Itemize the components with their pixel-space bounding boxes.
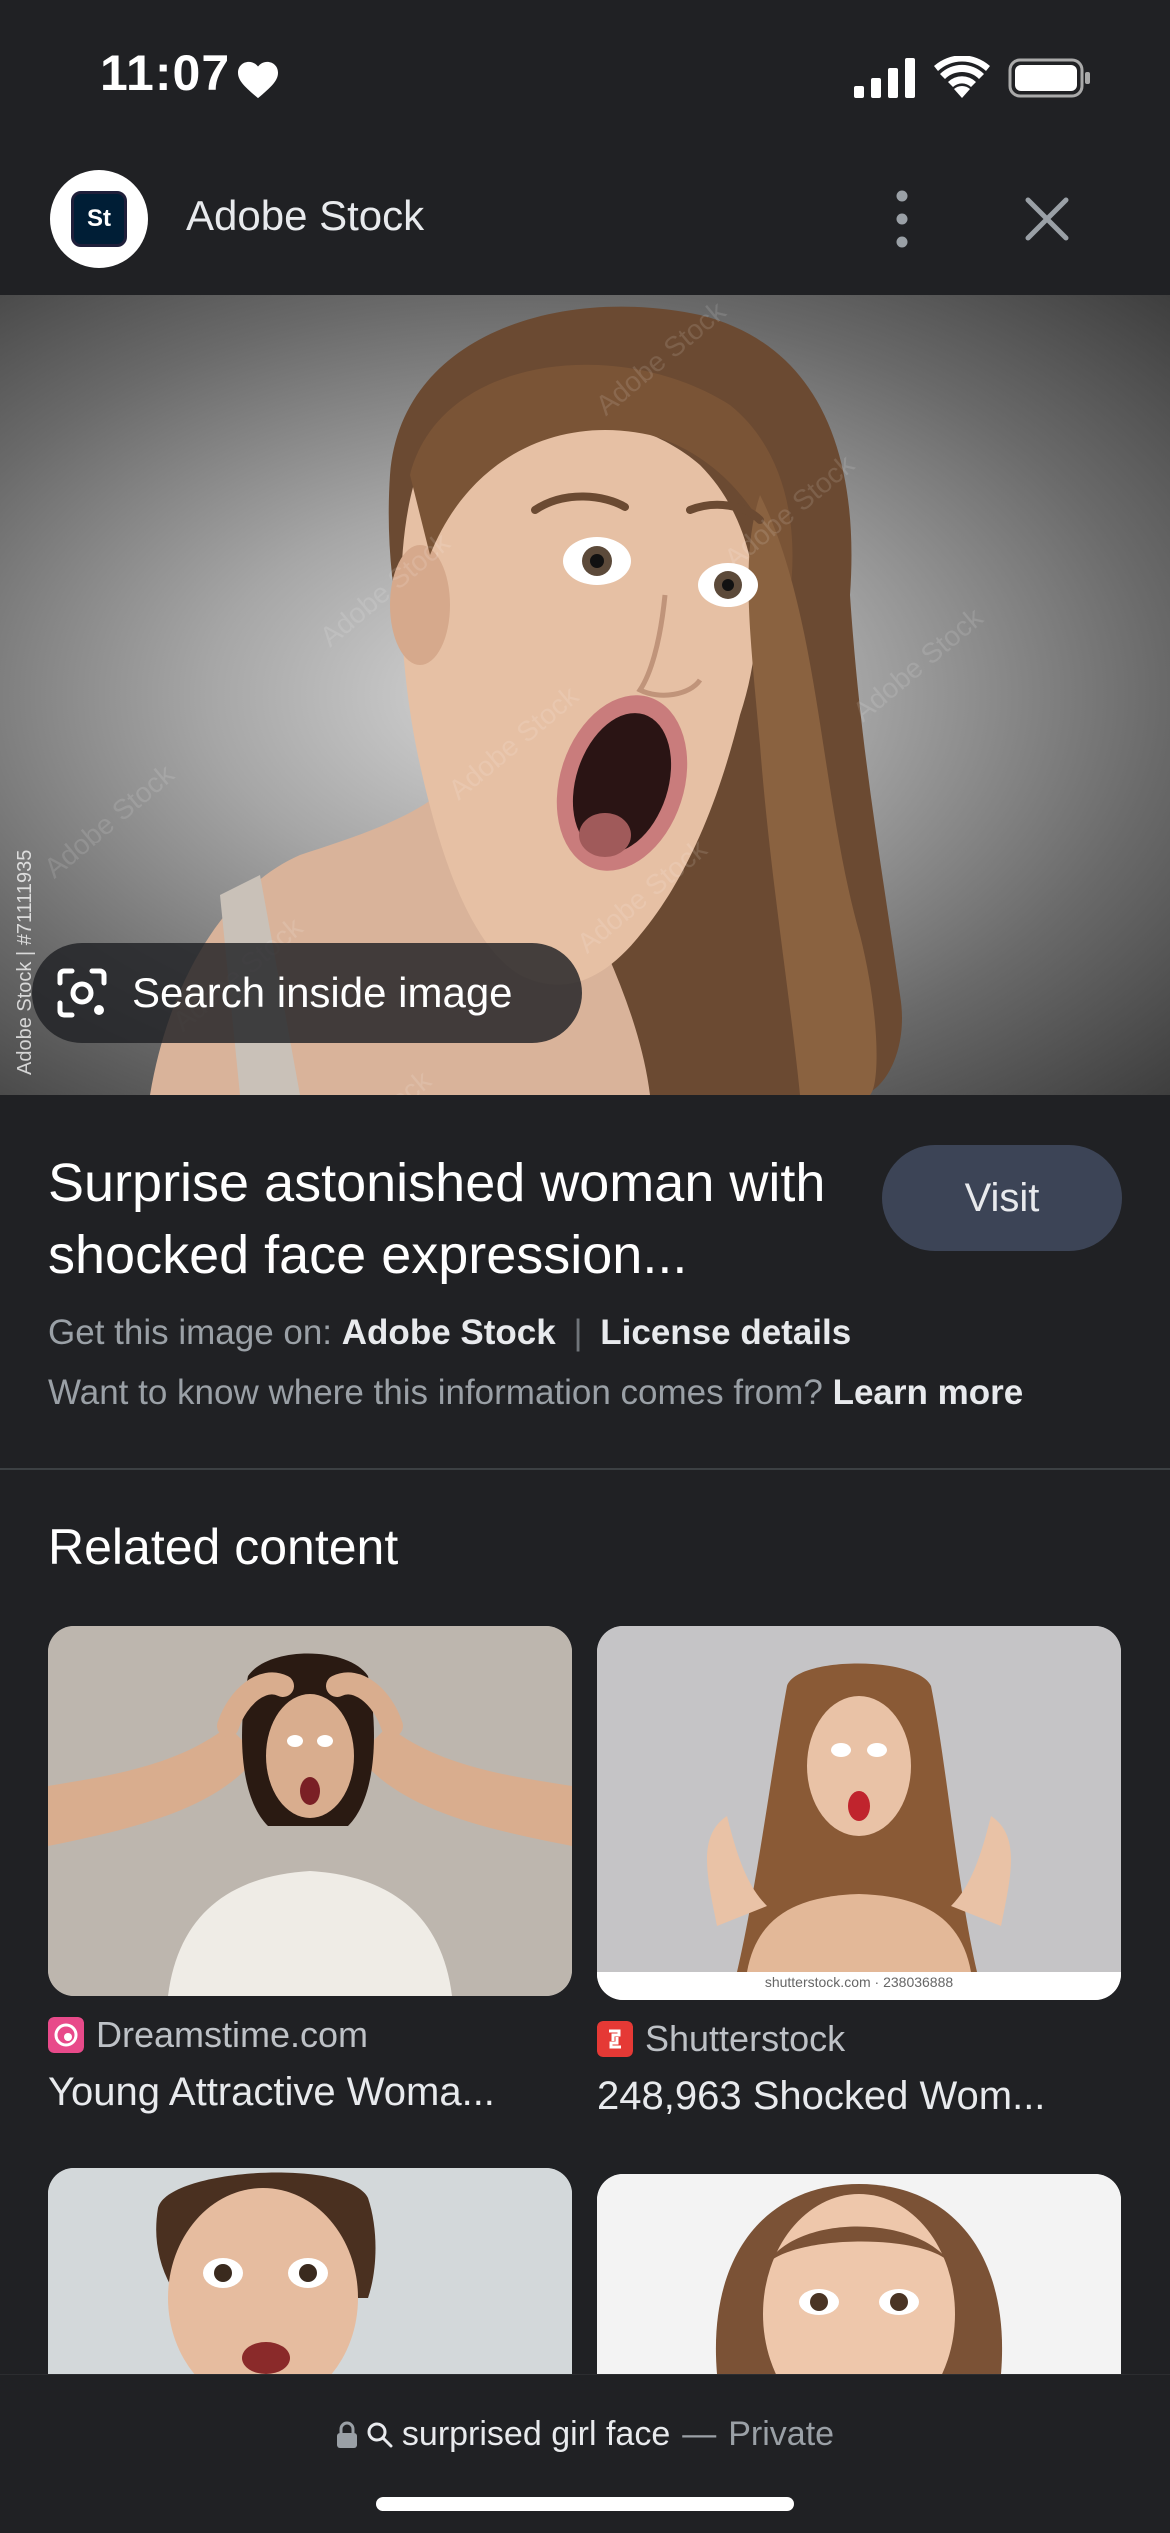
related-source: Dreamstime.com xyxy=(48,2014,572,2056)
related-source-name: Dreamstime.com xyxy=(96,2014,369,2055)
cellular-signal-icon xyxy=(854,58,915,98)
related-thumbnail[interactable] xyxy=(48,2168,572,2374)
shutterstock-favicon-icon xyxy=(597,2021,633,2057)
related-card[interactable] xyxy=(597,2174,1121,2374)
result-header: St Adobe Stock xyxy=(0,150,1170,295)
dash-separator: — xyxy=(682,2415,717,2453)
logo-mark: St xyxy=(71,191,127,247)
status-time: 11:07 xyxy=(100,45,231,101)
main-image[interactable]: Adobe Stock Adobe Stock Adobe Stock Adob… xyxy=(0,295,1170,1095)
more-options-icon[interactable] xyxy=(880,186,924,252)
home-indicator[interactable] xyxy=(376,2497,794,2511)
related-source-name: Shutterstock xyxy=(645,2018,846,2059)
image-title[interactable]: Surprise astonished woman with shocked f… xyxy=(48,1147,868,1291)
search-inside-image-label: Search inside image xyxy=(132,969,513,1016)
related-thumbnail[interactable] xyxy=(48,1626,572,1996)
address-field[interactable]: surprised girl face — Private xyxy=(0,2415,1170,2454)
search-inside-image-button[interactable]: Search inside image xyxy=(32,943,582,1043)
search-icon xyxy=(367,2422,393,2447)
learn-more-link[interactable]: Learn more xyxy=(833,1373,1024,1412)
dreamstime-favicon-icon xyxy=(48,2017,84,2053)
learn-prefix: Want to know where this information come… xyxy=(48,1373,823,1412)
related-source: Shutterstock xyxy=(597,2018,1121,2060)
separator: | xyxy=(573,1313,583,1352)
related-content-heading: Related content xyxy=(48,1519,399,1575)
related-thumbnail[interactable] xyxy=(597,2174,1121,2374)
battery-icon xyxy=(1008,58,1090,98)
close-icon[interactable] xyxy=(1020,192,1074,246)
source-link[interactable]: Adobe Stock xyxy=(342,1313,556,1352)
related-caption[interactable]: 248,963 Shocked Wom... xyxy=(597,2074,1121,2119)
image-info: Surprise astonished woman with shocked f… xyxy=(0,1095,1170,1469)
adobe-stock-logo[interactable]: St xyxy=(50,170,148,268)
wifi-icon xyxy=(934,56,990,98)
woman-hands-up-image xyxy=(597,1626,1121,2000)
image-credit: Adobe Stock | #71111935 xyxy=(14,849,36,1075)
status-bar: 11:07 xyxy=(0,0,1170,150)
woman-surprised-image xyxy=(48,2168,572,2374)
related-card[interactable]: shutterstock.com · 238036888 Shutterstoc… xyxy=(597,1626,1121,2119)
woman-hands-on-head-image xyxy=(48,1626,572,1996)
section-divider xyxy=(0,1468,1170,1470)
related-caption[interactable]: Young Attractive Woma... xyxy=(48,2070,572,2115)
private-mode-label: Private xyxy=(728,2415,835,2453)
related-card[interactable]: Dreamstime.com Young Attractive Woma... xyxy=(48,1626,572,2115)
license-details-link[interactable]: License details xyxy=(600,1313,851,1352)
google-lens-icon xyxy=(57,968,107,1018)
shutterstock-watermark: shutterstock.com · 238036888 xyxy=(764,1974,954,1990)
site-name[interactable]: Adobe Stock xyxy=(186,192,424,240)
woman-portrait-image xyxy=(597,2174,1121,2374)
visit-button[interactable]: Visit xyxy=(882,1145,1122,1251)
learn-more-line: Want to know where this information come… xyxy=(48,1373,1023,1413)
source-line: Get this image on: Adobe Stock | License… xyxy=(48,1313,851,1353)
bottom-address-bar: surprised girl face — Private xyxy=(0,2374,1170,2533)
svg-text:Adobe Stock: Adobe Stock xyxy=(847,601,989,727)
heart-icon xyxy=(238,61,278,99)
related-thumbnail[interactable]: shutterstock.com · 238036888 xyxy=(597,1626,1121,2000)
get-image-prefix: Get this image on: xyxy=(48,1313,333,1352)
lock-icon xyxy=(336,2421,357,2448)
search-query-text: surprised girl face xyxy=(401,2415,671,2453)
svg-text:Adobe Stock: Adobe Stock xyxy=(38,757,180,883)
related-card[interactable] xyxy=(48,2168,572,2374)
